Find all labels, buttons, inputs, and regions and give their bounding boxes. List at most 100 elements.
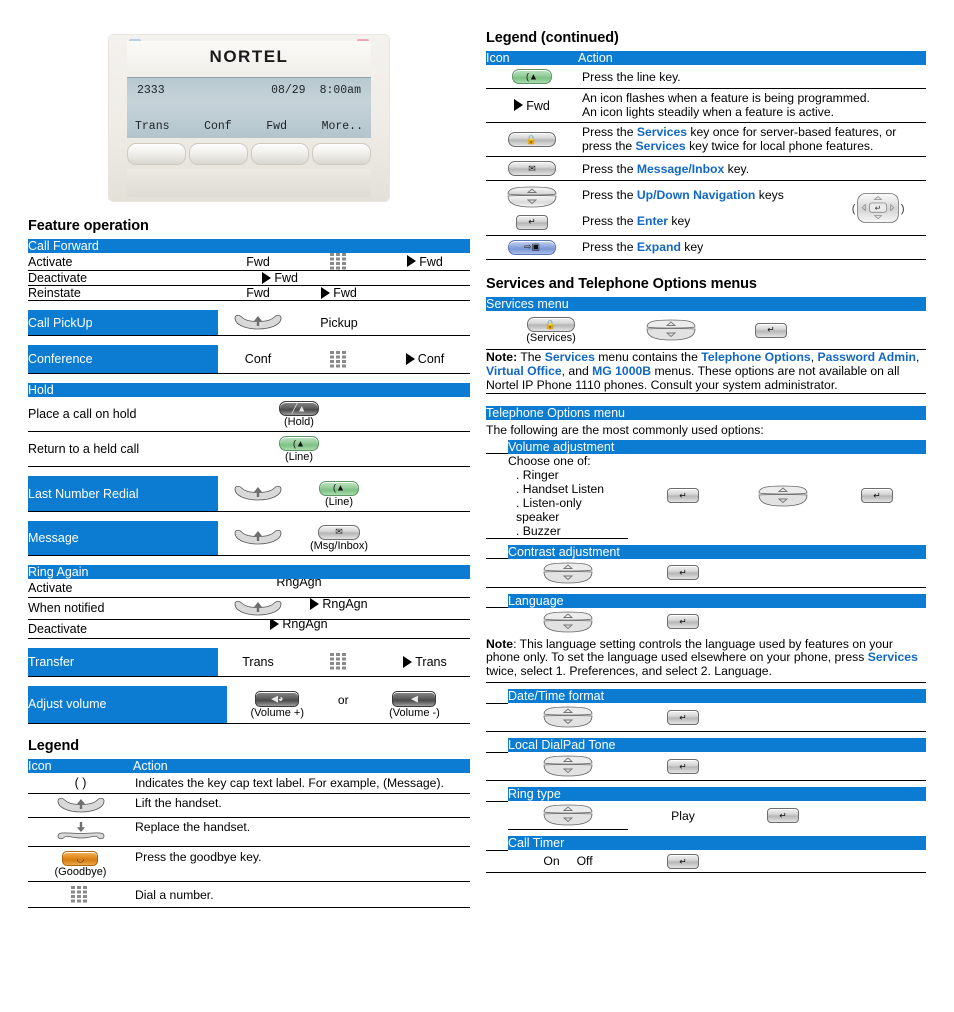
- cell-text: RngAgn: [276, 578, 322, 589]
- legend-action: An icon flashes when a feature is being …: [578, 89, 926, 123]
- message-table: Message ✉ (Msg/Inbox): [28, 520, 470, 556]
- cell-text: Trans: [415, 654, 447, 669]
- legend-col-icon: Icon: [28, 758, 133, 773]
- indent-cell: [486, 787, 508, 802]
- msg-inbox-key-icon: ✉: [486, 157, 578, 181]
- table-row: When notified RngAgn: [28, 597, 471, 620]
- table-row: ↵: [486, 703, 926, 732]
- indent-cell: [486, 752, 508, 781]
- cell-fwd-flash: Fwd: [298, 286, 380, 301]
- option-item: . Handset Listen: [516, 481, 605, 496]
- cell-empty: [380, 579, 470, 598]
- telephone-options-link: Telephone Options: [701, 350, 811, 365]
- volume-down-key: ◀: [392, 690, 437, 707]
- cell-trans-softkey: Trans: [242, 654, 274, 669]
- cell-empty: [380, 310, 470, 336]
- section-header-row: Contrast adjustment: [486, 544, 926, 560]
- indent-cell: [486, 850, 508, 873]
- note-label: Note:: [486, 350, 518, 365]
- flash-triangle-icon: [262, 271, 272, 284]
- section-header-local-dialpad-tone: Local DialPad Tone: [508, 738, 926, 753]
- services-key: 🔒: [508, 132, 556, 148]
- indent-cell: [486, 738, 508, 753]
- expand-key: ⇨▣: [508, 239, 556, 255]
- last-number-redial-table: Last Number Redial (▲ (Line): [28, 476, 470, 512]
- goodbye-key: ◡: [62, 851, 99, 867]
- line-key: (▲: [279, 436, 319, 452]
- cell-empty: [738, 703, 828, 732]
- volume-options-list: Choose one of: . Ringer . Handset Listen…: [508, 453, 628, 539]
- legend-row: Replace the handset.: [28, 817, 470, 847]
- line-key-icon: (▲ (Line): [298, 476, 380, 511]
- indent-cell: [486, 593, 508, 609]
- legend-action: Dial a number.: [135, 887, 214, 902]
- row-label-return-held: Return to a held call: [28, 442, 140, 457]
- call-timer-off-label: Off: [576, 854, 593, 869]
- flash-triangle-icon: [270, 619, 280, 630]
- indent-cell: [486, 453, 508, 539]
- indent-cell: [486, 544, 508, 560]
- row-label-place-on-hold: Place a call on hold: [28, 407, 137, 422]
- volume-or-text: or: [337, 692, 349, 707]
- language-note-row: Note: This language setting controls the…: [486, 636, 926, 683]
- password-admin-link: Password Admin: [817, 350, 916, 365]
- transfer-table: Transfer Trans Trans: [28, 647, 470, 677]
- hold-key: ╱▲: [279, 401, 319, 417]
- svg-text:↵: ↵: [875, 204, 881, 213]
- group-header-hold: Hold: [28, 383, 471, 397]
- enter-key-icon: ↵: [486, 214, 578, 230]
- line-key: (▲: [512, 69, 552, 85]
- message-inbox-link: Message/Inbox: [636, 161, 725, 176]
- nav-updown-key-icon: [486, 186, 578, 208]
- services-note: Note: The Services menu contains the Tel…: [486, 350, 920, 393]
- legend-action-line: Press the Up/Down Navigation keys: [582, 188, 784, 202]
- services-menus-title: Services and Telephone Options menus: [486, 275, 757, 292]
- cell-conf-softkey: Conf: [244, 352, 272, 366]
- legend-row: ✉ Press the Message/Inbox key.: [486, 157, 926, 181]
- cell-empty: [380, 397, 470, 432]
- nav-updown-key-icon: [738, 454, 828, 539]
- line-key-cap: (Line): [284, 451, 314, 464]
- cell-text: Fwd: [333, 286, 357, 300]
- cell-fwd-flash: Fwd: [218, 271, 298, 286]
- option-item: . Listen-only: [516, 495, 582, 510]
- table-row: Deactivate RngAgn: [28, 619, 471, 639]
- line-key-icon: (▲ (Line): [218, 432, 380, 467]
- enter-key: ↵: [667, 565, 699, 581]
- section-header-call-timer: Call Timer: [508, 836, 926, 851]
- group-header-call-pickup: Call PickUp: [28, 310, 218, 336]
- enter-key: ↵: [755, 322, 787, 338]
- cell-empty: [738, 752, 828, 781]
- legend-action: Press the Message/Inbox key.: [582, 161, 750, 176]
- table-row: Transfer Trans Trans: [28, 647, 470, 677]
- table-row: Call PickUp Pickup: [28, 310, 470, 336]
- legend-header-row: Icon Action: [28, 758, 470, 773]
- services-key-icon: 🔒 (Services): [486, 311, 616, 350]
- row-label-deactivate: Deactivate: [28, 271, 88, 285]
- legend-row: ( ) Indicates the key cap text label. Fo…: [28, 773, 470, 794]
- updown-navigation-link: Up/Down Navigation: [636, 188, 756, 202]
- indent-cell: [486, 559, 508, 588]
- group-header-services-menu: Services menu: [486, 296, 926, 311]
- table-row: Conference Conf Conf: [28, 345, 470, 374]
- legend-action: Press the goodbye key.: [135, 849, 262, 864]
- cell-empty: [828, 752, 926, 781]
- table-row: Place a call on hold ╱▲ (Hold): [28, 397, 471, 432]
- expand-link: Expand: [636, 240, 681, 255]
- group-header-transfer: Transfer: [28, 647, 218, 677]
- ring-again-table: Ring Again Activate RngAgn When notified: [28, 564, 471, 639]
- cell-text: RngAgn: [322, 597, 368, 612]
- cell-empty: [380, 476, 470, 511]
- volume-up-key: ◀◕: [255, 690, 300, 707]
- legend-action: Replace the handset.: [135, 819, 251, 834]
- msg-inbox-key: ✉: [317, 524, 360, 540]
- handset-lift-icon: [218, 597, 298, 619]
- choose-label: Choose one of:: [508, 453, 591, 468]
- table-row: Message ✉ (Msg/Inbox): [28, 520, 470, 556]
- section-header-row: Ring type: [486, 787, 926, 802]
- cell-empty: [828, 850, 926, 873]
- section-header-contrast-adjustment: Contrast adjustment: [508, 544, 926, 559]
- legend-action-line: Press the Enter key: [582, 214, 691, 228]
- legend-action-line: An icon lights steadily when a feature i…: [582, 104, 835, 119]
- legend-action: Press the Expand key: [582, 240, 704, 255]
